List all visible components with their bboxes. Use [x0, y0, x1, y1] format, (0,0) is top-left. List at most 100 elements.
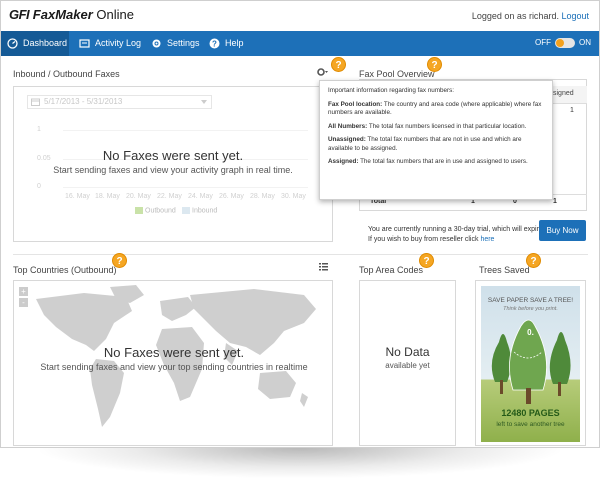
tree-icon — [491, 319, 571, 404]
trees-saved-title: Trees Saved — [479, 265, 530, 275]
reseller-link[interactable]: here — [480, 236, 494, 243]
legend-inbound: Inbound — [182, 207, 217, 214]
logo: GFI FaxMaker Online — [9, 7, 134, 22]
toggle-knob — [556, 39, 564, 47]
tooltip-item: Unassigned: The total fax numbers that a… — [328, 136, 544, 153]
help-badge-gear[interactable]: ? — [331, 57, 346, 72]
pages-count: 12480 PAGES — [501, 408, 560, 418]
x-tick: 30. May — [281, 193, 306, 200]
main-nav: Dashboard Activity Log Settings ? Help O… — [1, 31, 599, 56]
top-area-codes-title: Top Area Codes — [359, 265, 424, 275]
nav-help-label: Help — [225, 38, 244, 48]
tooltip-desc: The total fax numbers licensed in that p… — [367, 122, 527, 130]
total-assigned: 1 — [553, 198, 557, 205]
top-countries-title: Top Countries (Outbound) — [13, 265, 117, 275]
grid-line — [63, 130, 308, 131]
no-data-subtitle: available yet — [385, 361, 430, 370]
x-tick: 28. May — [250, 193, 275, 200]
legend-inbound-swatch — [182, 207, 190, 214]
no-faxes-map-title: No Faxes were sent yet. — [103, 345, 245, 360]
grid-line — [63, 187, 308, 188]
logo-faxmaker: FaxMaker — [32, 7, 93, 22]
chevron-down-icon — [201, 100, 207, 104]
legend-outbound-swatch — [135, 207, 143, 214]
gear-icon[interactable] — [317, 67, 329, 77]
fax-pool-title: Fax Pool Overview — [359, 69, 435, 79]
no-faxes-message: No Faxes were sent yet. Start sending fa… — [13, 148, 333, 175]
y-tick: 0 — [37, 183, 41, 190]
tooltip-item: Assigned: The total fax numbers that are… — [328, 158, 544, 167]
toggle-track[interactable] — [555, 38, 575, 48]
inbound-outbound-title: Inbound / Outbound Faxes — [13, 69, 120, 79]
top-area-codes-panel: No Data available yet — [359, 280, 456, 446]
tooltip-desc: The total fax numbers that are in use an… — [358, 158, 528, 165]
trees-illustration: SAVE PAPER SAVE A TREE! Think before you… — [481, 286, 580, 442]
help-badge-top-countries[interactable]: ? — [112, 253, 127, 268]
no-faxes-subtitle: Start sending faxes and view your activi… — [53, 165, 293, 175]
activity-log-icon — [79, 39, 90, 48]
toggle-off-label: OFF — [535, 38, 551, 48]
x-tick: 24. May — [188, 193, 213, 200]
nav-settings[interactable]: Settings — [145, 31, 201, 56]
trees-counter: 0. — [527, 328, 534, 337]
legend-inbound-label: Inbound — [192, 207, 218, 215]
x-tick: 18. May — [95, 193, 120, 200]
calendar-icon — [31, 98, 40, 106]
help-badge-area-codes[interactable]: ? — [419, 253, 434, 268]
top-bar: GFI FaxMaker Online Logged on as richard… — [1, 1, 599, 31]
no-faxes-map-subtitle: Start sending faxes and view your top se… — [40, 362, 308, 372]
tooltip-item: Fax Pool location: The country and area … — [328, 101, 544, 118]
user-status: Logged on as richard. Logout — [472, 11, 589, 21]
legend-outbound: Outbound — [135, 207, 176, 214]
tooltip-term: Fax Pool location: — [328, 100, 383, 108]
nav-activity-log[interactable]: Activity Log — [73, 31, 143, 56]
x-tick: 16. May — [65, 193, 90, 200]
fax-pool-row-value: 1 — [570, 107, 574, 114]
reseller-text: If you wish to buy from reseller click — [368, 236, 479, 243]
trial-notice: You are currently running a 30-day trial… — [368, 225, 553, 245]
x-tick: 22. May — [157, 193, 182, 200]
fax-numbers-tooltip: Important information regarding fax numb… — [319, 80, 553, 200]
help-badge-trees-saved[interactable]: ? — [526, 253, 541, 268]
world-map-panel: + - No Faxes were sent yet. Start sendin… — [13, 280, 333, 446]
nav-activity-log-label: Activity Log — [95, 38, 142, 48]
date-range-picker[interactable]: 5/17/2013 - 5/31/2013 — [27, 95, 212, 109]
dashboard-icon — [7, 38, 18, 49]
fax-pool-header-assigned: signed — [553, 90, 574, 97]
toggle-on-label: ON — [579, 38, 591, 48]
toggle-switch[interactable]: OFF ON — [535, 38, 591, 50]
no-faxes-title: No Faxes were sent yet. — [102, 148, 244, 163]
section-divider — [13, 254, 588, 255]
y-tick: 1 — [37, 126, 41, 133]
x-tick: 26. May — [219, 193, 244, 200]
logged-in-text: Logged on as richard. — [471, 11, 559, 21]
date-range-text: 5/17/2013 - 5/31/2013 — [44, 97, 123, 106]
app-frame: GFI FaxMaker Online Logged on as richard… — [0, 0, 600, 448]
legend-outbound-label: Outbound — [145, 207, 176, 215]
x-tick: 20. May — [126, 193, 151, 200]
nav-dashboard-label: Dashboard — [23, 38, 68, 48]
tooltip-intro: Important information regarding fax numb… — [328, 87, 454, 94]
nav-help[interactable]: ? Help — [203, 31, 251, 56]
logout-link[interactable]: Logout — [561, 11, 589, 21]
svg-text:?: ? — [212, 40, 217, 49]
trial-text: You are currently running a 30-day trial… — [368, 226, 553, 233]
tooltip-item: All Numbers: The total fax numbers licen… — [328, 123, 544, 132]
logo-online: Online — [92, 7, 134, 22]
tooltip-term: Assigned: — [328, 158, 359, 165]
no-faxes-map-message: No Faxes were sent yet. Start sending fa… — [14, 345, 334, 372]
trees-saved-panel: SAVE PAPER SAVE A TREE! Think before you… — [475, 280, 586, 446]
tooltip-term: Unassigned: — [328, 136, 366, 143]
help-badge-fax-pool[interactable]: ? — [427, 57, 442, 72]
buy-now-button[interactable]: Buy Now — [539, 220, 586, 241]
no-data-title: No Data — [385, 345, 430, 359]
nav-settings-label: Settings — [167, 38, 200, 48]
trees-headline: SAVE PAPER SAVE A TREE! — [487, 297, 574, 304]
logo-gfi: GFI — [9, 7, 30, 22]
tooltip-term: All Numbers: — [328, 122, 368, 130]
help-icon: ? — [209, 38, 220, 49]
settings-icon — [152, 39, 161, 48]
list-icon[interactable] — [319, 263, 328, 271]
nav-dashboard[interactable]: Dashboard — [1, 31, 69, 56]
pages-subtitle: left to save another tree — [496, 421, 565, 428]
